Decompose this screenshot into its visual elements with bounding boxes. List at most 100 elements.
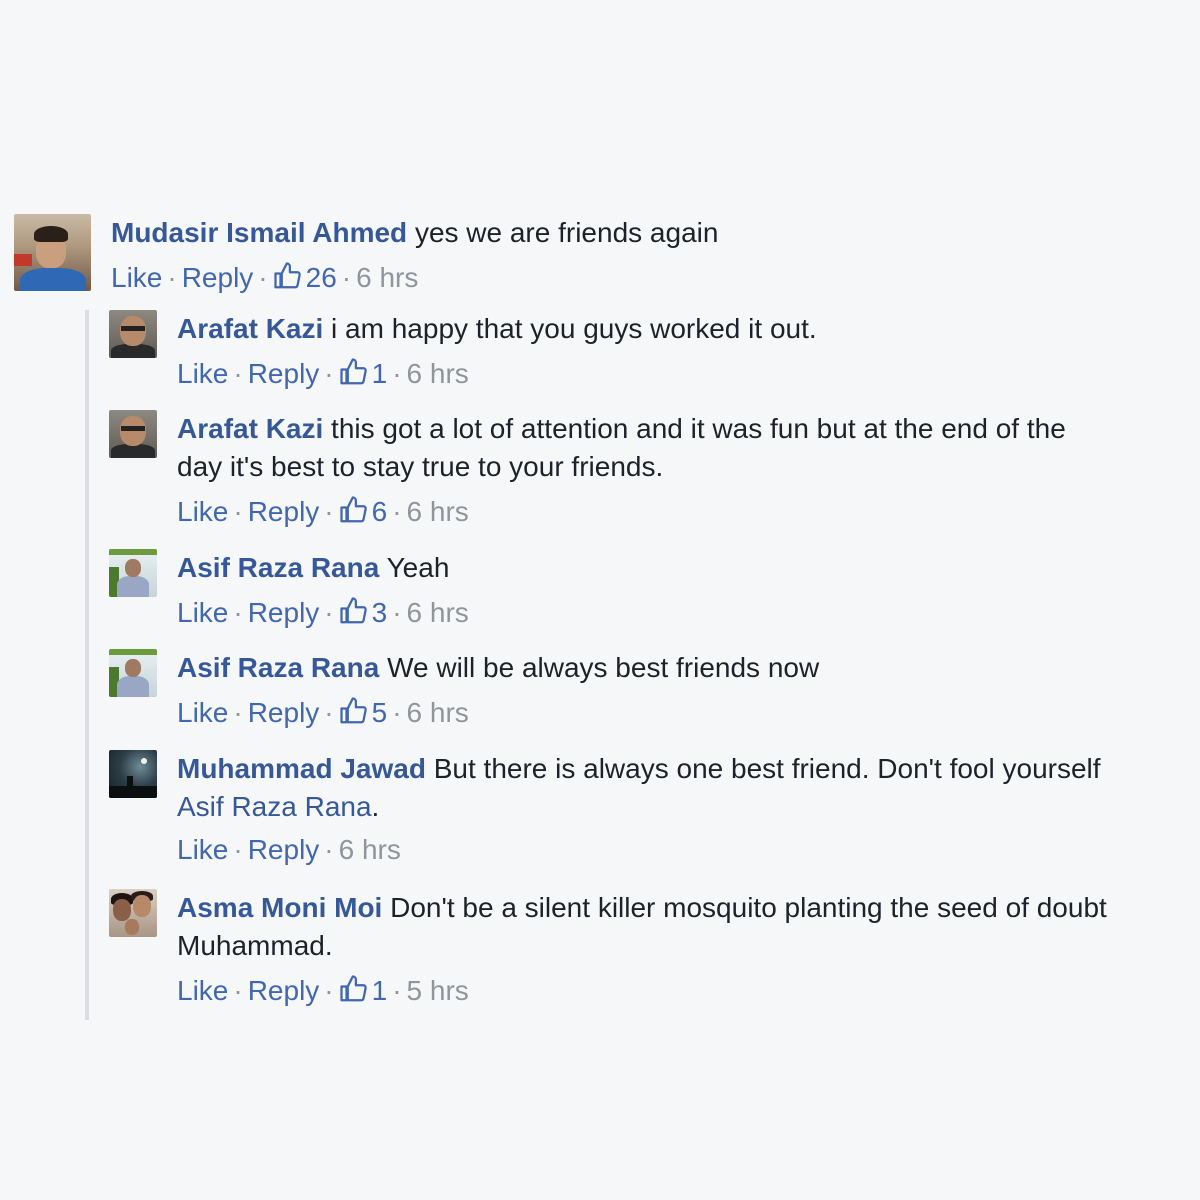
like-link[interactable]: Like [177,597,228,628]
reply-text-line: Asif Raza Rana Yeah [177,549,1109,587]
comment-author[interactable]: Mudasir Ismail Ahmed [111,217,407,248]
like-link[interactable]: Like [177,975,228,1006]
reply-link[interactable]: Reply [248,834,320,865]
reply-text-line: Asma Moni Moi Don't be a silent killer m… [177,889,1109,965]
avatar[interactable] [14,214,91,291]
reply-actions: Like · Reply · 6 · 6 hrs [177,491,1109,531]
reply-text: Yeah [386,552,450,583]
reply-thread-line [85,310,89,1020]
reply-actions: Like · Reply · 3 · 6 hrs [177,592,1109,632]
like-count[interactable]: 26 [273,257,337,297]
reply-actions: Like · Reply · 6 hrs [177,831,1109,869]
separator: · [392,358,402,389]
reply-body: Arafat Kazi i am happy that you guys wor… [177,310,1109,393]
like-link[interactable]: Like [111,262,162,293]
separator: · [341,262,352,293]
reply-link[interactable]: Reply [248,496,320,527]
thumbs-up-icon [340,975,367,1002]
separator: · [233,597,243,628]
separator: · [324,975,334,1006]
separator: · [324,697,334,728]
reply-text: i am happy that you guys worked it out. [331,313,817,344]
timestamp[interactable]: 6 hrs [407,597,469,628]
reply-link[interactable]: Reply [248,597,320,628]
avatar[interactable] [109,750,157,798]
reply-link[interactable]: Reply [248,358,320,389]
reply: Arafat Kazi i am happy that you guys wor… [109,310,1109,393]
avatar[interactable] [109,310,157,358]
thumbs-up-icon [340,496,367,523]
like-count[interactable]: 5 [339,692,388,732]
reply: Arafat Kazi this got a lot of attention … [109,410,1109,531]
reply-actions: Like · Reply · 5 · 6 hrs [177,692,1109,732]
timestamp[interactable]: 6 hrs [356,262,418,293]
reply-text-line: Asif Raza Rana We will be always best fr… [177,649,1109,687]
like-count-value: 3 [371,597,388,628]
separator: · [392,975,402,1006]
timestamp[interactable]: 6 hrs [407,358,469,389]
separator: · [233,975,243,1006]
avatar[interactable] [109,410,157,458]
separator: · [324,834,334,865]
comment-thread: Mudasir Ismail Ahmed yes we are friends … [0,0,1200,1200]
comment-body: Mudasir Ismail Ahmed yes we are friends … [111,214,1174,297]
reply-body: Arafat Kazi this got a lot of attention … [177,410,1109,531]
comment: Mudasir Ismail Ahmed yes we are friends … [14,214,1174,297]
reply-body: Asma Moni Moi Don't be a silent killer m… [177,889,1109,1010]
separator: · [233,496,243,527]
separator: · [392,496,402,527]
reply: Asif Raza Rana Yeah Like · Reply · 3 · 6 hrs [109,549,1109,632]
separator: · [233,697,243,728]
reply-link[interactable]: Reply [248,697,320,728]
like-count-value: 26 [305,262,337,293]
timestamp[interactable]: 6 hrs [339,834,401,865]
like-link[interactable]: Like [177,496,228,527]
comment-text-line: Mudasir Ismail Ahmed yes we are friends … [111,214,1174,252]
reply-author[interactable]: Asma Moni Moi [177,892,382,923]
reply-text-end: . [371,791,380,822]
like-count[interactable]: 1 [339,970,387,1010]
thumbs-up-icon [340,358,367,385]
reply-text-line: Muhammad Jawad But there is always one b… [177,750,1109,826]
separator: · [167,262,177,293]
avatar[interactable] [109,889,157,937]
separator: · [324,597,334,628]
reply-text-line: Arafat Kazi i am happy that you guys wor… [177,310,1109,348]
like-link[interactable]: Like [177,358,228,389]
reply-link[interactable]: Reply [248,975,320,1006]
reply-author[interactable]: Asif Raza Rana [177,652,379,683]
like-link[interactable]: Like [177,834,228,865]
avatar[interactable] [109,549,157,597]
like-count[interactable]: 1 [339,353,388,393]
reply-body: Muhammad Jawad But there is always one b… [177,750,1109,869]
reply-text: We will be always best friends now [387,652,820,683]
reply-author[interactable]: Arafat Kazi [177,313,323,344]
like-count-value: 6 [371,496,388,527]
separator: · [392,697,402,728]
reply-text-line: Arafat Kazi this got a lot of attention … [177,410,1109,486]
mention-link[interactable]: Asif Raza Rana [177,791,372,822]
reply-actions: Like · Reply · 1 · 6 hrs [177,353,1109,393]
separator: · [233,834,243,865]
reply: Asif Raza Rana We will be always best fr… [109,649,1109,732]
timestamp[interactable]: 5 hrs [407,975,469,1006]
reply-author[interactable]: Arafat Kazi [177,413,323,444]
like-count-value: 1 [371,358,388,389]
like-count[interactable]: 3 [339,592,388,632]
like-link[interactable]: Like [177,697,228,728]
reply-body: Asif Raza Rana Yeah Like · Reply · 3 · 6 hrs [177,549,1109,632]
comment-text: yes we are friends again [414,217,719,248]
like-count[interactable]: 6 [339,491,388,531]
thumbs-up-icon [340,597,367,624]
separator: · [233,358,243,389]
timestamp[interactable]: 6 hrs [407,496,469,527]
reply-link[interactable]: Reply [182,262,254,293]
timestamp[interactable]: 6 hrs [407,697,469,728]
reply-author[interactable]: Asif Raza Rana [177,552,379,583]
reply: Muhammad Jawad But there is always one b… [109,750,1109,869]
like-count-value: 5 [371,697,388,728]
reply-author[interactable]: Muhammad Jawad [177,753,426,784]
avatar[interactable] [109,649,157,697]
separator: · [324,358,334,389]
separator: · [324,496,334,527]
